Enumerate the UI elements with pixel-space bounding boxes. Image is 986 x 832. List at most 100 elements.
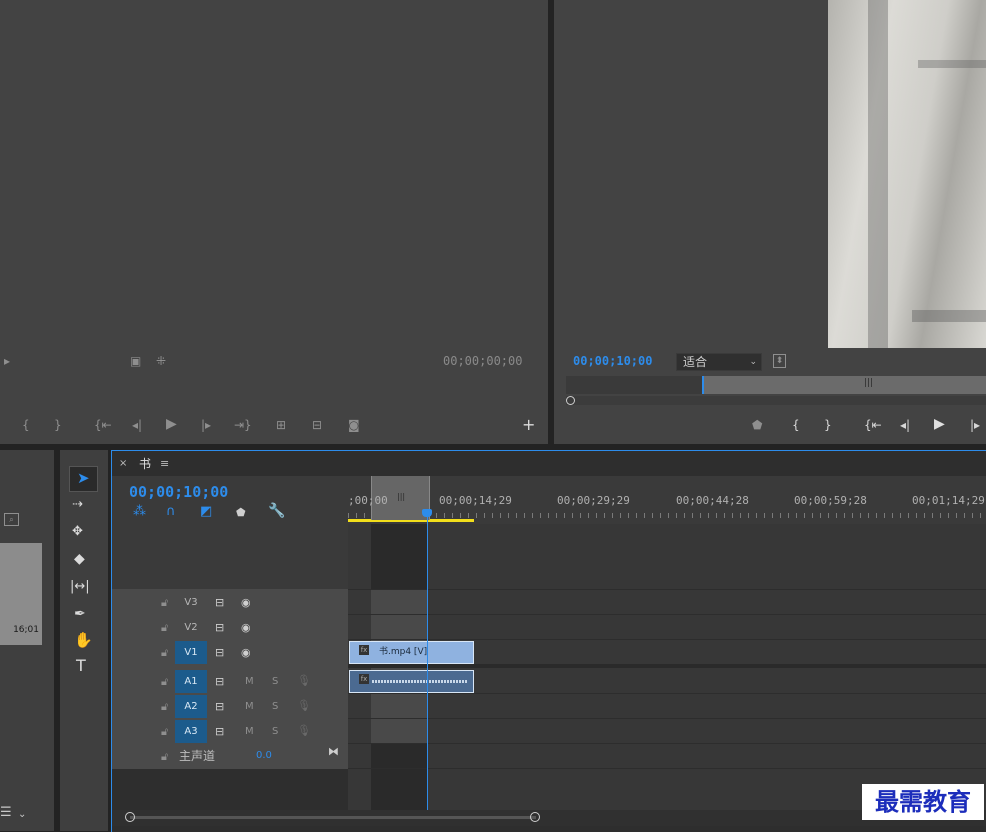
lane-divider [348,639,986,640]
lock-icon[interactable]: 🔓︎ [161,646,168,660]
add-marker-icon[interactable]: ⬟ [752,418,762,432]
source-timecode[interactable]: 00;00;00;00 [443,354,522,368]
track-headers [112,589,348,769]
sync-lock-icon[interactable]: ⊟ [215,621,224,635]
solo-button[interactable]: S [272,675,278,689]
video-clip[interactable]: fx 书.mp4 [V] [349,641,474,664]
program-scrub-bar[interactable]: ||| [566,376,986,394]
play-icon[interactable]: ▶ [934,417,945,431]
track-label-v3[interactable]: V3 [175,591,207,614]
microphone-icon[interactable]: 🎙︎ [297,674,311,688]
sync-lock-icon[interactable]: ⊟ [215,596,224,610]
step-back-icon[interactable]: ◂| [900,418,910,432]
timeline-scroll-track[interactable] [130,816,536,819]
play-small-icon[interactable]: ▸ [4,354,10,368]
fit-dropdown-value: 适合 [683,355,708,369]
drag-video-icon[interactable]: ▣ [130,354,141,368]
program-inout-range [704,376,986,394]
lock-icon[interactable]: 🔓︎ [161,675,168,689]
mute-button[interactable]: M [245,675,254,689]
wrench-settings-icon[interactable]: 🔧 [268,504,285,518]
sync-lock-icon[interactable]: ⊟ [215,700,224,714]
razor-icon[interactable]: ◆ [74,552,85,566]
solo-button[interactable]: S [272,725,278,739]
mute-button[interactable]: M [245,700,254,714]
mark-out-icon[interactable]: } [824,418,832,432]
fit-dropdown[interactable]: 适合 ⌄ [676,353,762,371]
settings-toggle-icon[interactable]: ⬍ [773,354,786,368]
scroll-handle-right[interactable] [530,812,540,822]
sync-lock-icon[interactable]: ⊟ [215,675,224,689]
lock-icon[interactable]: 🔓︎ [161,700,168,714]
go-to-out-icon[interactable]: ⇥} [234,418,252,432]
track-label-a1[interactable]: A1 [175,670,207,693]
range-grip-icon: ||| [864,378,874,388]
go-to-in-icon[interactable]: {⇤ [864,418,882,432]
track-select-icon[interactable]: ⇢ [72,498,83,512]
hand-tool-icon[interactable]: ✋ [74,633,93,648]
panel-menu-icon[interactable]: ≡ [160,457,169,471]
track-label-a3[interactable]: A3 [175,720,207,743]
lock-icon[interactable]: 🔓︎ [161,725,168,739]
timeline-scrollbar[interactable] [112,810,986,826]
lock-icon[interactable]: 🔓︎ [161,750,168,764]
lock-icon[interactable]: 🔓︎ [161,621,168,635]
pen-tool-icon[interactable]: ✒ [74,607,86,621]
step-forward-icon[interactable]: |▸ [201,418,211,432]
drag-audio-icon[interactable]: ⁜ [156,354,166,368]
overwrite-icon[interactable]: ⊟ [312,418,322,432]
add-marker-icon[interactable]: ⬟ [236,506,246,520]
scroll-handle-left[interactable] [125,812,135,822]
eye-icon[interactable]: ◉ [241,646,251,660]
solo-button[interactable]: S [272,700,278,714]
ruler-label: 00;00;29;29 [557,494,630,507]
microphone-icon[interactable]: 🎙︎ [297,724,311,738]
mark-in-icon[interactable]: { [22,418,30,432]
close-tab-icon[interactable]: × [119,457,127,471]
chevron-down-icon[interactable]: ⌄ [18,808,26,822]
program-playhead[interactable] [702,376,704,394]
microphone-icon[interactable]: 🎙︎ [297,699,311,713]
add-button-icon[interactable]: + [522,417,535,433]
master-volume-value[interactable]: 0.0 [256,750,272,761]
sync-lock-icon[interactable]: ⊟ [215,725,224,739]
list-view-icon[interactable]: ☰ [0,806,12,820]
track-label-v1[interactable]: V1 [175,641,207,664]
program-monitor-panel: 00;00;10;00 适合 ⌄ ⬍ ||| ⬟ { } {⇤ ◂| ▶ |▸ [554,0,986,444]
track-label-v2[interactable]: V2 [175,616,207,639]
program-video-frame [828,0,986,348]
zoom-handle-left[interactable] [566,396,575,405]
eye-icon[interactable]: ◉ [241,596,251,610]
go-to-end-icon[interactable]: ⧓ [328,745,339,759]
step-forward-icon[interactable]: |▸ [970,418,980,432]
go-to-in-icon[interactable]: {⇤ [94,418,112,432]
linked-selection-icon[interactable]: ◩ [200,505,212,519]
nest-toggle-icon[interactable]: ⁂ [133,505,146,519]
eye-icon[interactable]: ◉ [241,621,251,635]
lane-divider [348,743,986,744]
audio-clip[interactable]: fx [349,670,474,693]
ripple-edit-icon[interactable]: ✥ [72,525,83,539]
insert-icon[interactable]: ⊞ [276,418,286,432]
sequence-tab-name[interactable]: 书 [139,455,151,472]
slip-tool-icon[interactable]: |↔| [70,580,90,594]
type-tool-icon[interactable]: T [76,658,86,674]
selection-tool[interactable]: ➤ [69,466,98,492]
program-timecode[interactable]: 00;00;10;00 [573,354,652,368]
step-back-icon[interactable]: ◂| [132,418,142,432]
mark-in-icon[interactable]: { [792,418,800,432]
timeline-playhead-handle[interactable] [422,509,432,517]
mute-button[interactable]: M [245,725,254,739]
play-icon[interactable]: ▶ [166,417,177,431]
track-label-a2[interactable]: A2 [175,695,207,718]
sync-lock-icon[interactable]: ⊟ [215,646,224,660]
search-bin-icon[interactable]: ⌕ [4,513,19,526]
project-panel: ⌕ 16;01 ☰ ⌄ [0,450,54,831]
program-zoom-bar[interactable] [566,396,986,405]
timeline-timecode[interactable]: 00;00;10;00 [129,483,228,501]
export-frame-icon[interactable]: ◙ [348,418,360,432]
lock-icon[interactable]: 🔓︎ [161,596,168,610]
snap-magnet-icon[interactable]: ∩ [166,505,176,519]
project-thumbnail[interactable]: 16;01 [0,543,42,645]
mark-out-icon[interactable]: } [54,418,62,432]
